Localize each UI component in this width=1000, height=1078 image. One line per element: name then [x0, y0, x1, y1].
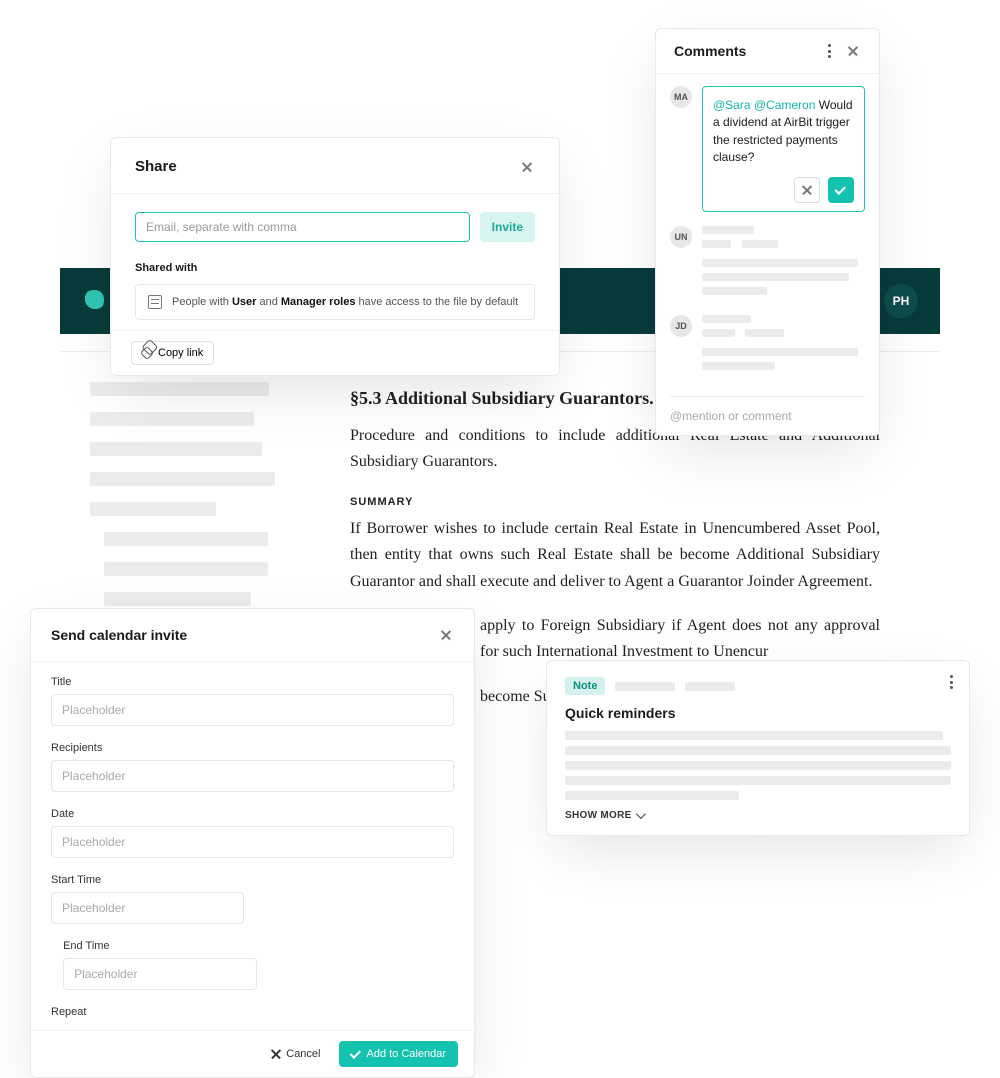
comment-editor[interactable]: @Sara @Cameron Would a dividend at AirBi… [702, 86, 865, 212]
close-icon[interactable] [438, 627, 454, 643]
app-logo-icon [82, 290, 104, 312]
default-permissions-row: People with User and Manager roles have … [135, 284, 535, 320]
title-label: Title [51, 676, 454, 688]
summary-label: SUMMARY [350, 496, 880, 508]
cancel-comment-button[interactable] [794, 177, 820, 203]
close-icon[interactable] [519, 159, 535, 175]
permissions-text: People with User and Manager roles have … [172, 296, 518, 308]
mention: @Sara @Cameron [713, 98, 815, 112]
commenter-avatar: JD [670, 315, 692, 337]
x-icon [802, 185, 812, 195]
share-modal: Share Invite Shared with People with Use… [110, 137, 560, 376]
comments-title: Comments [674, 43, 746, 59]
commenter-avatar: MA [670, 86, 692, 108]
start-time-input[interactable] [51, 892, 244, 924]
summary-p1: If Borrower wishes to include certain Re… [350, 516, 880, 595]
recipients-input[interactable] [51, 760, 454, 792]
submit-comment-button[interactable] [828, 177, 854, 203]
cancel-button[interactable]: Cancel [263, 1041, 328, 1067]
link-icon [140, 346, 154, 360]
commenter-avatar: UN [670, 226, 692, 248]
shared-with-label: Shared with [135, 262, 535, 274]
comment-item: JD [670, 315, 865, 376]
user-avatar[interactable]: PH [884, 284, 918, 318]
recipients-label: Recipients [51, 742, 454, 754]
note-title: Quick reminders [565, 705, 951, 721]
date-input[interactable] [51, 826, 454, 858]
more-icon[interactable] [950, 675, 953, 689]
comment-item: UN [670, 226, 865, 301]
share-title: Share [135, 158, 177, 175]
close-icon[interactable] [845, 43, 861, 59]
end-time-label: End Time [63, 940, 256, 952]
note-card: Note Quick reminders SHOW MORE [546, 660, 970, 836]
note-tag: Note [565, 677, 605, 695]
share-email-input[interactable] [135, 212, 470, 242]
calendar-invite-modal: Send calendar invite Title Recipients Da… [30, 608, 475, 1078]
more-icon[interactable] [828, 44, 831, 58]
chevron-down-icon [636, 809, 646, 819]
comment-item: MA @Sara @Cameron Would a dividend at Ai… [670, 86, 865, 212]
check-icon [835, 183, 846, 194]
title-input[interactable] [51, 694, 454, 726]
add-to-calendar-button[interactable]: Add to Calendar [339, 1041, 459, 1067]
calendar-title: Send calendar invite [51, 627, 187, 643]
check-icon [349, 1048, 360, 1059]
organization-icon [148, 295, 162, 309]
comment-input[interactable] [670, 409, 865, 423]
invite-button[interactable]: Invite [480, 212, 535, 242]
copy-link-button[interactable]: Copy link [131, 341, 214, 365]
repeat-label: Repeat [51, 1006, 454, 1018]
date-label: Date [51, 808, 454, 820]
end-time-input[interactable] [63, 958, 256, 990]
comments-panel: Comments MA @Sara @Cameron Would a divid… [655, 28, 880, 436]
start-time-label: Start Time [51, 874, 244, 886]
x-icon [271, 1049, 281, 1059]
show-more-button[interactable]: SHOW MORE [565, 810, 951, 821]
